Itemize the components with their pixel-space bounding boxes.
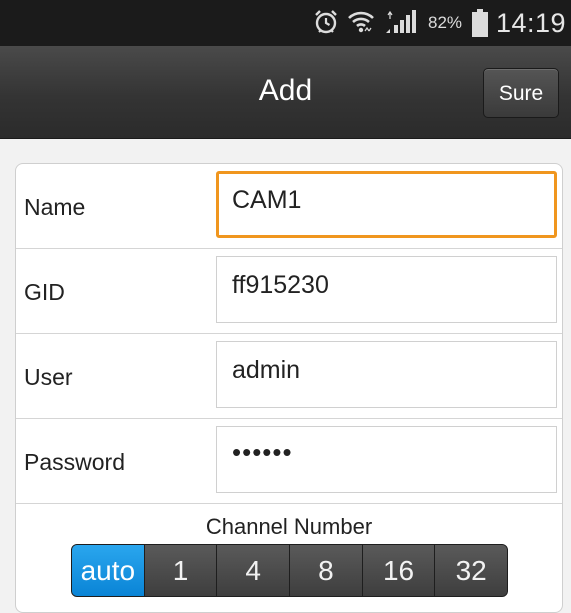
- user-input[interactable]: admin: [216, 341, 557, 408]
- gid-label: GID: [24, 279, 65, 305]
- gid-value: ff915230: [232, 271, 329, 299]
- channel-number-selector: auto 1 4 8 16 32: [71, 544, 508, 597]
- channel-option-auto[interactable]: auto: [72, 545, 144, 596]
- channel-option-4[interactable]: 4: [216, 545, 290, 596]
- name-row: Name CAM1: [16, 164, 562, 249]
- name-label: Name: [24, 194, 86, 220]
- password-row: Password ••••••: [16, 419, 562, 504]
- user-value: admin: [232, 356, 301, 384]
- alarm-icon: [315, 10, 337, 34]
- sure-button[interactable]: Sure: [483, 68, 559, 118]
- battery-icon: [472, 9, 488, 37]
- gid-row: GID ff915230: [16, 249, 562, 334]
- title-bar: Add Sure: [0, 46, 571, 139]
- add-camera-form: Name CAM1 GID ff915230 User admin Passwo…: [15, 163, 563, 613]
- gid-input[interactable]: ff915230: [216, 256, 557, 323]
- password-label: Password: [24, 449, 125, 475]
- name-value: CAM1: [232, 186, 302, 214]
- clock: 14:19: [496, 8, 567, 38]
- channel-option-32[interactable]: 32: [434, 545, 507, 596]
- channel-option-1[interactable]: 1: [143, 545, 217, 596]
- name-input[interactable]: CAM1: [216, 171, 557, 238]
- battery-percent: 82%: [428, 13, 463, 32]
- status-bar: 82% 14:19: [0, 0, 571, 46]
- channel-option-16[interactable]: 16: [361, 545, 435, 596]
- channel-number-label: Channel Number: [205, 514, 373, 539]
- user-row: User admin: [16, 334, 562, 419]
- signal-icon: [386, 10, 416, 33]
- password-value: ••••••: [232, 437, 293, 467]
- user-label: User: [24, 364, 73, 390]
- channel-option-8[interactable]: 8: [289, 545, 362, 596]
- password-input[interactable]: ••••••: [216, 426, 557, 493]
- wifi-icon: [348, 11, 374, 33]
